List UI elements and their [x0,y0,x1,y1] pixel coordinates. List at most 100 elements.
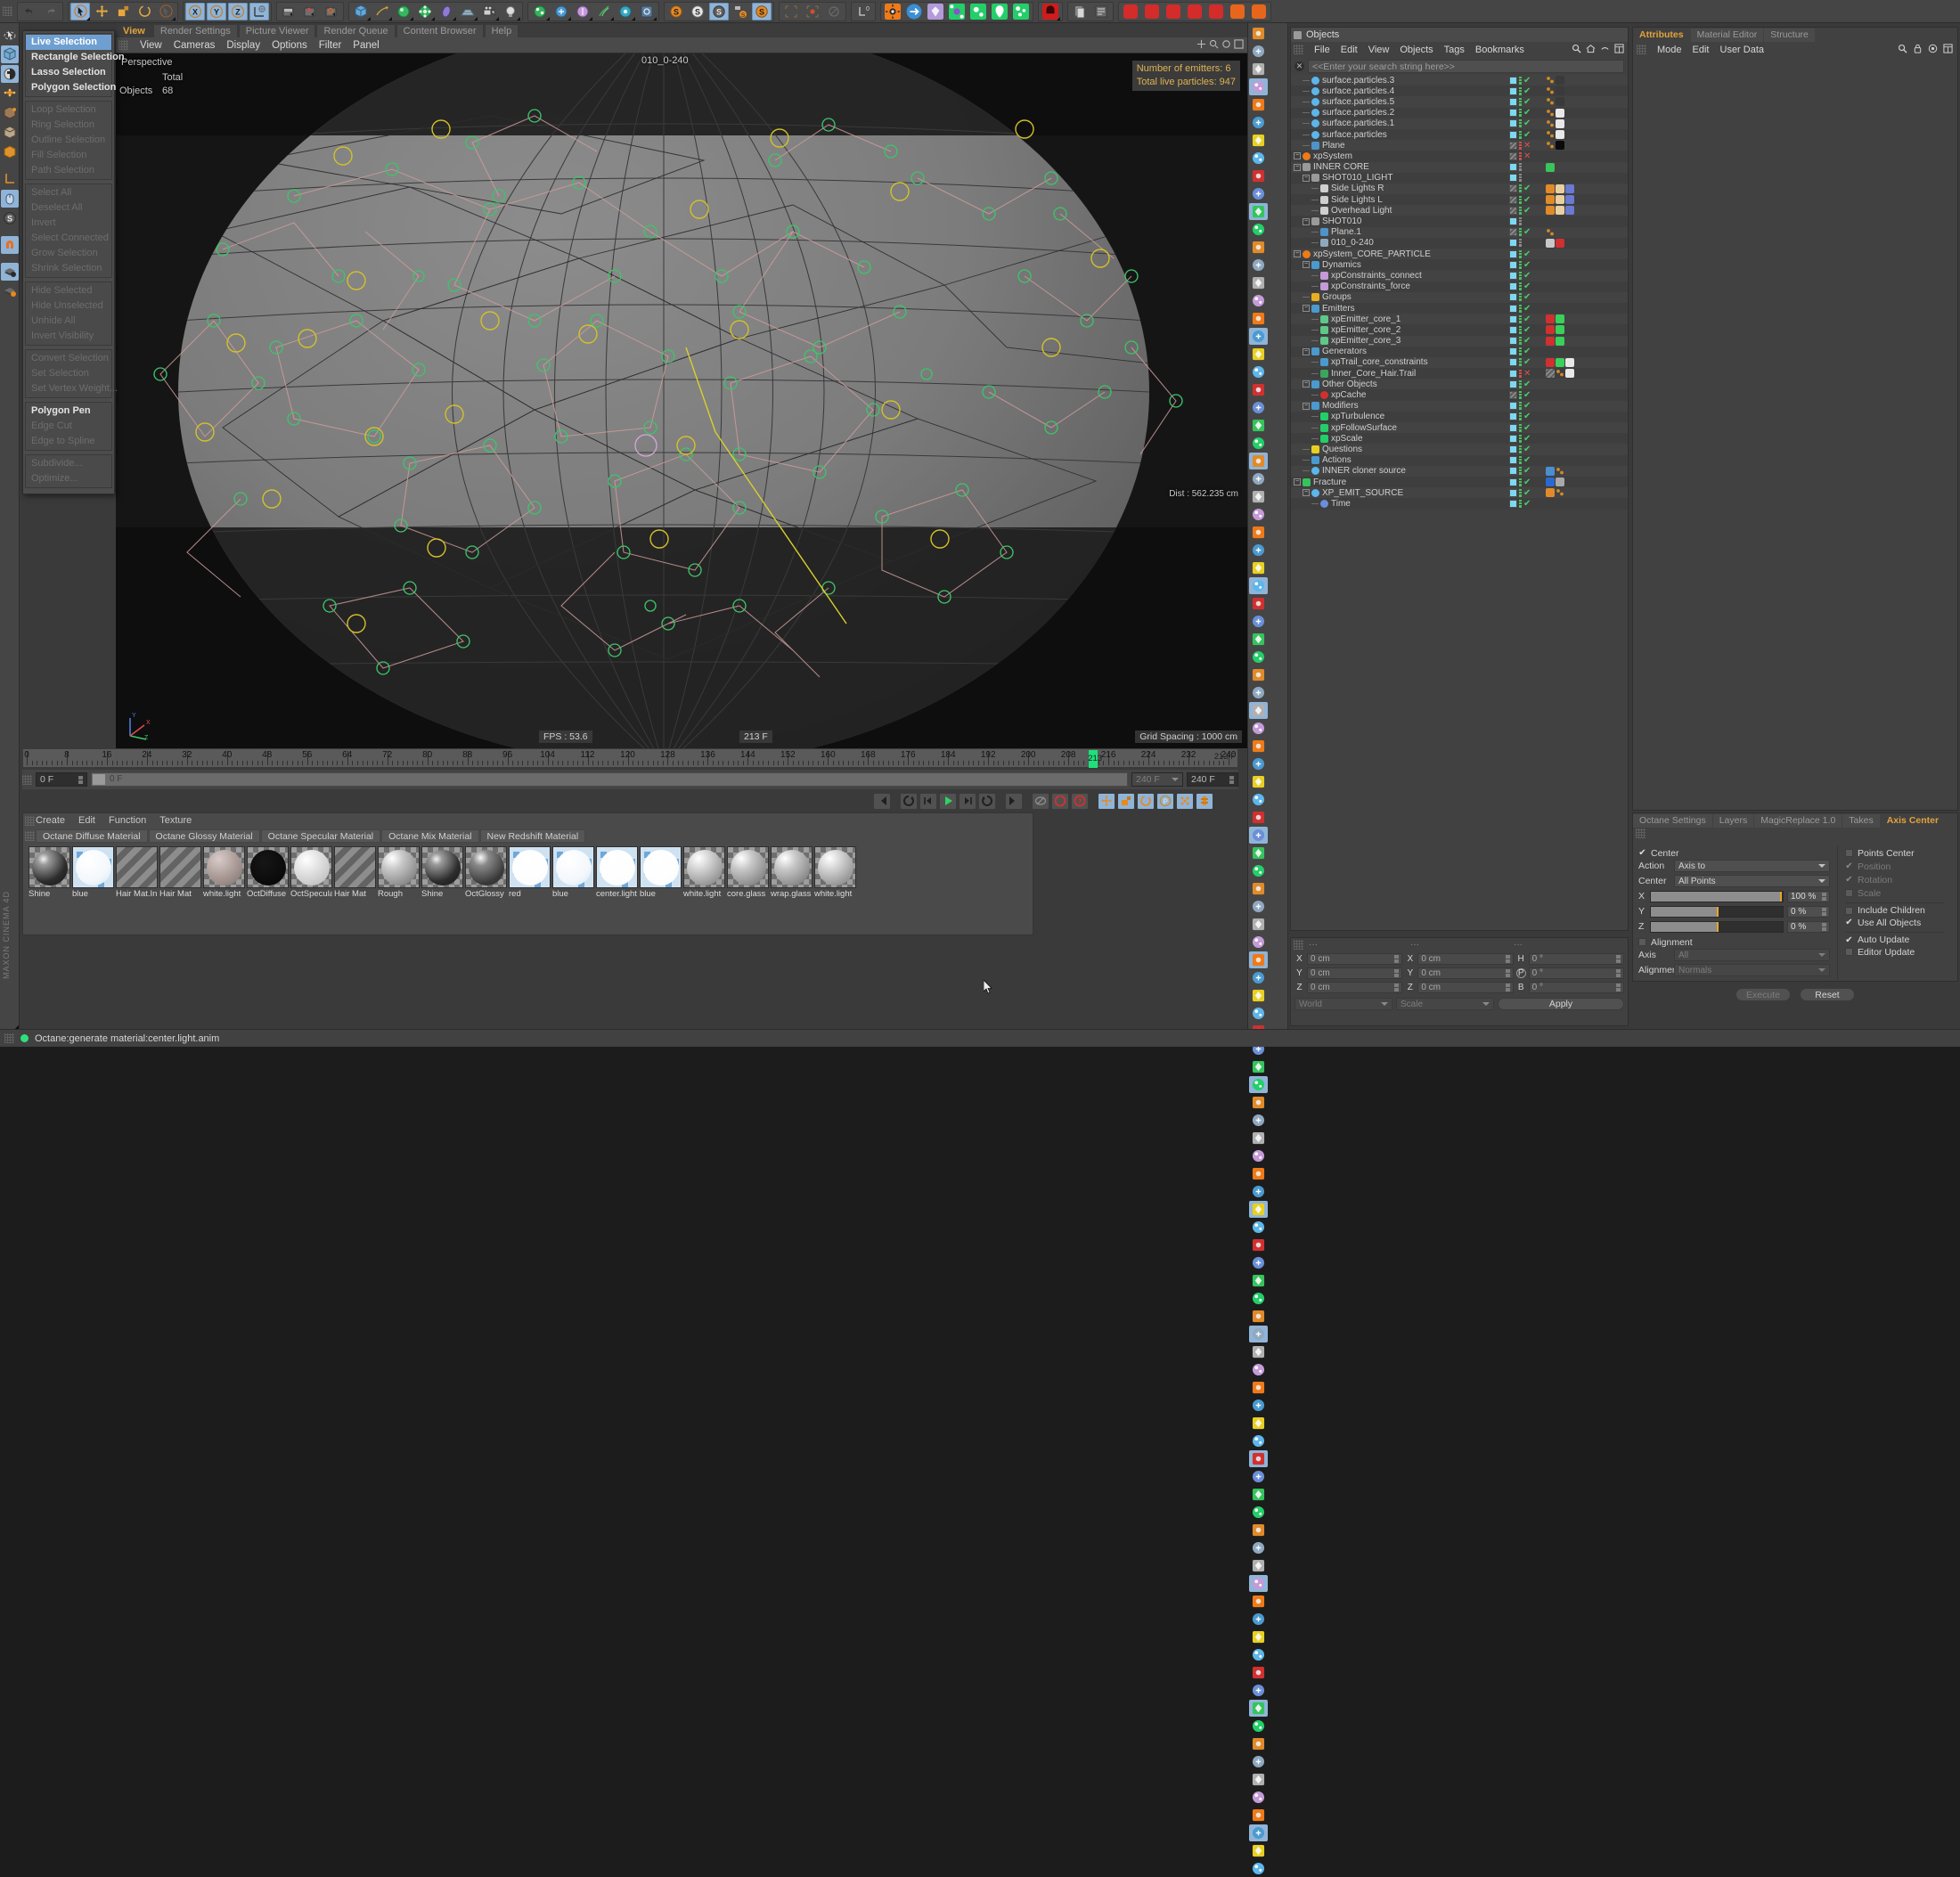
object-tag-dots[interactable] [1546,86,1555,95]
object-tag-orange[interactable] [1546,488,1555,498]
tab-view[interactable]: View [116,24,152,37]
status-grip[interactable] [4,1033,14,1043]
material-swatch[interactable]: red [509,846,551,899]
visibility-toggle[interactable] [1509,467,1517,476]
object-row[interactable]: Plane.1 ✔ [1291,226,1628,238]
object-row[interactable]: INNER cloner source ✔ [1291,465,1628,477]
expand-collapse-icon[interactable]: − [1294,163,1301,171]
plugin-icon-sculpt-83[interactable] [1249,1504,1268,1521]
plugin-icon-realflow-51[interactable] [1249,934,1268,951]
plugin-icon-xpresso-90[interactable] [1249,1628,1268,1645]
object-tag-dots[interactable] [1546,97,1555,106]
xp-emitter-button[interactable] [904,3,924,20]
plugin-icon-octane-50[interactable] [1249,916,1268,933]
plugin-icon-mograph-103[interactable] [1249,1860,1268,1877]
axis-option-checkbox[interactable] [1845,948,1853,956]
plugin-icon-mograph-19[interactable] [1249,363,1268,380]
object-tag-tex-green[interactable] [1546,162,1555,172]
visibility-toggle[interactable] [1509,239,1517,248]
object-row[interactable]: xpEmitter_core_3 ✔ [1291,335,1628,347]
visibility-dots[interactable] [1519,445,1522,453]
xp-dynamics-button[interactable] [947,3,967,20]
material-tabs-grip[interactable] [25,831,35,841]
lock-x-axis-button[interactable]: X [185,2,205,20]
visibility-toggle[interactable] [1509,412,1517,421]
enabled-check-icon[interactable]: ✔ [1523,412,1531,421]
material-thumbnail[interactable] [421,846,463,888]
plugin-icon-xpresso-66[interactable] [1249,1201,1268,1218]
material-thumbnail[interactable] [683,846,725,888]
timeline-scrub-slider[interactable]: 0 F [91,772,1128,787]
enabled-check-icon[interactable]: ✔ [1523,304,1531,313]
expand-collapse-icon[interactable]: − [1303,347,1310,355]
material-thumbnail[interactable] [378,846,420,888]
visibility-dots[interactable] [1519,163,1522,172]
object-row[interactable]: Actions ✔ [1291,454,1628,466]
render-settings-button[interactable] [322,3,341,20]
disabled-mark-icon[interactable]: ✕ [1523,151,1531,160]
viewport-menu-cameras[interactable]: Cameras [174,40,216,51]
visibility-dots[interactable] [1519,195,1522,204]
material-thumbnail[interactable] [116,846,158,888]
axis-x-field[interactable]: 100 % [1787,890,1830,902]
object-tag-dots[interactable] [1546,228,1555,237]
object-tag-target[interactable] [1565,206,1574,216]
coordinate-spinner[interactable] [1394,954,1400,963]
plugin-icon-dynamics-70[interactable] [1249,1272,1268,1289]
visibility-toggle[interactable] [1509,206,1517,215]
object-row[interactable]: Side Lights R ✔ [1291,183,1628,195]
material-thumbnail[interactable] [465,846,507,888]
plugin-icon-xpresso-54[interactable] [1249,987,1268,1004]
plugin-icon-xparticles-1[interactable] [1249,43,1268,60]
plugin-icon-turbulence-88[interactable] [1249,1593,1268,1610]
enabled-check-icon[interactable]: ✔ [1523,314,1531,323]
enabled-check-icon[interactable]: ✔ [1523,402,1531,411]
plugin-icon-xpresso-42[interactable] [1249,773,1268,790]
motion-tracker-button[interactable] [637,3,657,20]
object-row[interactable]: xpConstraints_connect ✔ [1291,270,1628,282]
object-row[interactable]: − SHOT010_LIGHT [1291,172,1628,184]
alignment-field-combo[interactable]: Normals [1674,964,1830,976]
axis-option-auto-update[interactable]: ✔ Auto Update [1845,932,1944,945]
visibility-toggle[interactable] [1509,76,1517,85]
visibility-dots[interactable] [1519,488,1522,497]
plugin-icon-forester-53[interactable] [1249,969,1268,986]
visibility-dots[interactable] [1519,141,1522,150]
object-tag-tex-light[interactable] [1565,369,1574,379]
visibility-toggle[interactable] [1509,423,1517,432]
axis-x-spinner[interactable] [1822,892,1826,901]
object-row[interactable]: xpCache ✔ [1291,389,1628,401]
enabled-check-icon[interactable]: ✔ [1523,293,1531,302]
plugin-icon-turbulence-76[interactable] [1249,1379,1268,1396]
enabled-check-icon[interactable]: ✔ [1523,184,1531,193]
object-tag-dots[interactable] [1546,130,1555,139]
material-menu-texture[interactable]: Texture [159,815,192,826]
plugin-icon-mograph-91[interactable] [1249,1646,1268,1663]
object-tag-mograph[interactable] [1546,477,1555,487]
render-region-button[interactable] [300,3,320,20]
object-row[interactable]: xpConstraints_force ✔ [1291,281,1628,292]
enabled-check-icon[interactable]: ✔ [1523,228,1531,237]
visibility-dots[interactable] [1519,174,1522,183]
coord-mode-combo[interactable]: Scale [1396,998,1494,1010]
visibility-dots[interactable] [1519,304,1522,313]
plugin-icon-octane-62[interactable] [1249,1130,1268,1147]
object-tag-dots[interactable] [1556,488,1564,497]
viewport-mode-tool[interactable] [0,190,19,1029]
material-swatch[interactable]: center.light [596,846,638,899]
visibility-dots[interactable] [1519,130,1522,139]
visibility-toggle[interactable] [1509,499,1517,508]
plugin-icon-realflow-3[interactable] [1249,78,1268,95]
plugin-icon-mograph-67[interactable] [1249,1219,1268,1236]
plugin-icon-xpresso-102[interactable] [1249,1842,1268,1859]
xp-generator-button[interactable] [990,3,1009,20]
tab-axis-center[interactable]: Axis Center [1880,814,1946,828]
object-tag-camtag[interactable] [1556,238,1564,248]
object-tag-tex-light[interactable] [1556,118,1564,128]
visibility-dots[interactable] [1519,412,1522,421]
attributes-menu-edit[interactable]: Edit [1693,45,1710,55]
viewport-maximize-icon[interactable] [1234,39,1244,49]
plugin-icon-sculpt-35[interactable] [1249,649,1268,665]
viewport-pan-icon[interactable] [1196,39,1206,49]
timeline-end-dim-caret[interactable] [1172,778,1179,781]
